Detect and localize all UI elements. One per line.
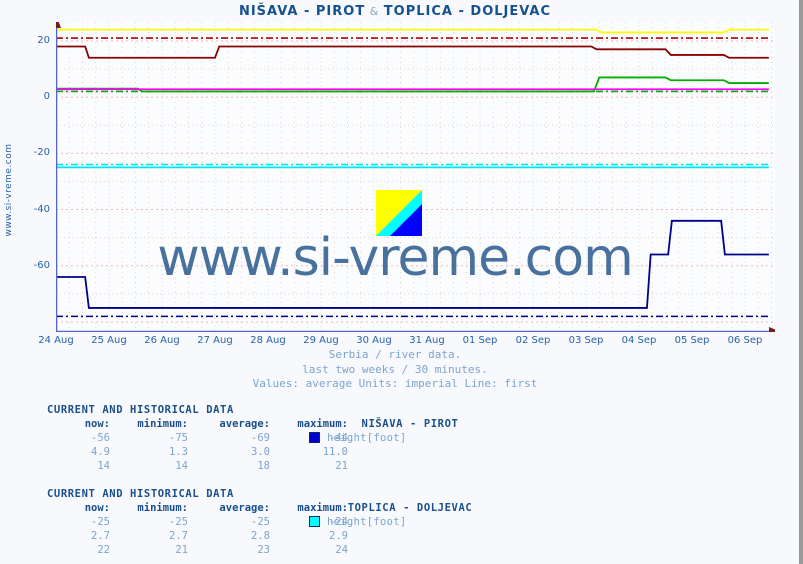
cell-average: -69	[251, 432, 270, 444]
y-tick-label: 20	[37, 34, 50, 46]
table-heading: CURRENT AND HISTORICAL DATA	[47, 488, 234, 500]
caption-line-3: Values: average Units: imperial Line: fi…	[252, 377, 538, 390]
x-tick-label: 30 Aug	[356, 335, 392, 346]
cell-minimum: -25	[169, 516, 188, 528]
column-header-average: average:	[219, 502, 270, 514]
title-station-a: NIŠAVA - PIROT	[238, 4, 366, 19]
table-header-row: now: minimum: average: maximum: NIŠAVA -…	[0, 418, 803, 432]
x-tick-label: 02 Sep	[515, 335, 551, 346]
column-header-minimum: minimum:	[137, 418, 188, 430]
site-url-vertical: www.si-vreme.com	[4, 143, 14, 237]
chart-svg	[56, 22, 775, 332]
cell-maximum: 21	[335, 460, 348, 472]
table-row: 22 21 23 24	[0, 544, 803, 558]
x-tick-label: 24 Aug	[38, 335, 74, 346]
title-station-b: TOPLICA - DOLJEVAC	[383, 4, 552, 19]
legend-unit-label: height[foot]	[327, 432, 407, 444]
title-ampersand: &	[365, 5, 384, 18]
cell-now: 22	[97, 544, 110, 556]
x-tick-label: 05 Sep	[674, 335, 710, 346]
caption-line-2: last two weeks / 30 minutes.	[302, 362, 488, 376]
chart-plot-area	[56, 22, 775, 332]
column-header-now: now:	[84, 502, 110, 514]
cell-average: 23	[257, 544, 270, 556]
cell-minimum: 2.7	[169, 530, 188, 542]
table-station-name: TOPLICA - DOLJEVAC	[347, 502, 473, 514]
cell-minimum: 14	[175, 460, 188, 472]
x-tick-label: 31 Aug	[409, 335, 445, 346]
column-header-average: average:	[219, 418, 270, 430]
y-tick-label: -20	[33, 147, 50, 159]
cell-now: -56	[91, 432, 110, 444]
chart-page: NIŠAVA - PIROT & TOPLICA - DOLJEVAC www.…	[0, 0, 803, 564]
cell-now: -25	[91, 516, 110, 528]
table-row: -25 -25 -25 -24 height[foot]	[0, 516, 803, 530]
cell-maximum: 24	[335, 544, 348, 556]
y-tick-label: -60	[33, 259, 50, 271]
cell-minimum: 21	[175, 544, 188, 556]
cell-average: 2.8	[251, 530, 270, 542]
cell-maximum: 2.9	[329, 530, 348, 542]
cell-maximum: 11.0	[322, 446, 348, 458]
chart-caption: Serbia / river data. last two weeks / 30…	[0, 348, 790, 392]
x-tick-label: 01 Sep	[462, 335, 498, 346]
cell-now: 2.7	[91, 530, 110, 542]
table-row: -56 -75 -69 -44 height[foot]	[0, 432, 803, 446]
legend-unit-label: height[foot]	[327, 516, 407, 528]
table-header-row: now: minimum: average: maximum: TOPLICA …	[0, 502, 803, 516]
table-row: 2.7 2.7 2.8 2.9	[0, 530, 803, 544]
cell-average: -25	[251, 516, 270, 528]
cell-minimum: -75	[169, 432, 188, 444]
table-row: 4.9 1.3 3.0 11.0	[0, 446, 803, 460]
table-heading: CURRENT AND HISTORICAL DATA	[47, 404, 234, 416]
x-tick-label: 03 Sep	[568, 335, 604, 346]
x-tick-label: 29 Aug	[303, 335, 339, 346]
legend-color-swatch	[309, 432, 320, 443]
x-tick-label: 25 Aug	[91, 335, 127, 346]
cell-now: 4.9	[91, 446, 110, 458]
x-tick-label: 04 Sep	[621, 335, 657, 346]
column-header-minimum: minimum:	[137, 502, 188, 514]
legend-color-swatch	[309, 516, 320, 527]
column-header-now: now:	[84, 418, 110, 430]
x-tick-label: 28 Aug	[250, 335, 286, 346]
cell-average: 3.0	[251, 446, 270, 458]
cell-minimum: 1.3	[169, 446, 188, 458]
x-tick-label: 26 Aug	[144, 335, 180, 346]
caption-line-1: Serbia / river data.	[328, 348, 462, 361]
y-tick-label: 0	[43, 91, 50, 103]
page-title: NIŠAVA - PIROT & TOPLICA - DOLJEVAC	[0, 4, 790, 19]
y-tick-label: -40	[33, 203, 50, 215]
x-tick-label: 27 Aug	[197, 335, 233, 346]
table-station-name: NIŠAVA - PIROT	[361, 418, 459, 430]
table-row: 14 14 18 21	[0, 460, 803, 474]
cell-average: 18	[257, 460, 270, 472]
x-tick-label: 06 Sep	[727, 335, 763, 346]
cell-now: 14	[97, 460, 110, 472]
